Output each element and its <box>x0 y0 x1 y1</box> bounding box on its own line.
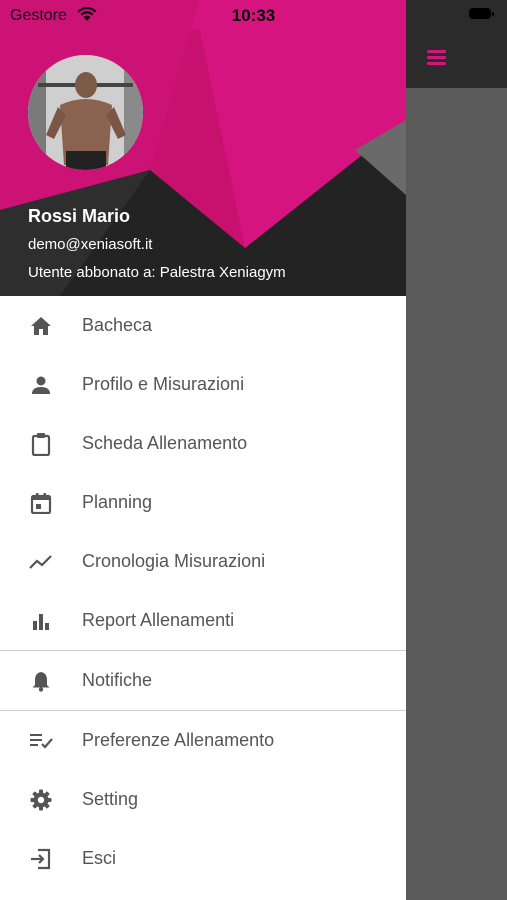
user-subscription: Utente abbonato a: Palestra Xeniagym <box>28 264 286 281</box>
user-email: demo@xeniasoft.it <box>28 236 153 253</box>
menu-item-esci[interactable]: Esci <box>0 829 406 888</box>
menu-item-label: Notifiche <box>82 670 153 690</box>
user-name: Rossi Mario <box>28 206 131 226</box>
menu-item-label: Esci <box>82 848 117 868</box>
menu-item-planning[interactable]: Planning <box>0 473 406 532</box>
playlist-check-icon <box>28 728 54 754</box>
menu-item-scheda[interactable]: Scheda Allenamento <box>0 414 406 473</box>
menu-item-setting[interactable]: Setting <box>0 770 406 829</box>
menu-item-label: Scheda Allenamento <box>82 433 248 453</box>
menu-item-bacheca[interactable]: Bacheca <box>0 296 406 355</box>
menu-item-profilo[interactable]: Profilo e Misurazioni <box>0 355 406 414</box>
navigation-drawer: Gestore Rossi Mario demo@xeniasoft.it Ut… <box>0 0 406 900</box>
exit-icon <box>28 846 54 872</box>
status-time: 10:33 <box>231 6 276 25</box>
app-backdrop[interactable] <box>406 0 507 900</box>
menu-item-notifiche[interactable]: Notifiche <box>0 651 406 710</box>
menu-item-label: Cronologia Misurazioni <box>82 551 266 571</box>
menu-item-report[interactable]: Report Allenamenti <box>0 591 406 650</box>
bell-icon <box>28 668 54 694</box>
menu-item-preferenze[interactable]: Preferenze Allenamento <box>0 711 406 770</box>
drawer-header: Gestore Rossi Mario demo@xeniasoft.it Ut… <box>0 0 406 296</box>
avatar[interactable] <box>28 55 143 170</box>
drawer-menu: Bacheca Profilo e Misurazioni Scheda All… <box>0 296 406 888</box>
menu-item-cronologia[interactable]: Cronologia Misurazioni <box>0 532 406 591</box>
menu-item-label: Report Allenamenti <box>82 610 235 630</box>
avatar-photo <box>28 55 143 170</box>
menu-item-label: Profilo e Misurazioni <box>82 374 245 394</box>
trending-icon <box>28 549 54 575</box>
menu-item-label: Setting <box>82 789 139 809</box>
calendar-icon <box>28 490 54 516</box>
home-icon <box>28 313 54 339</box>
clipboard-icon <box>28 431 54 457</box>
gear-icon <box>28 787 54 813</box>
hamburger-menu-icon[interactable] <box>427 50 446 65</box>
person-icon <box>28 372 54 398</box>
bar-chart-icon <box>28 608 54 634</box>
menu-item-label: Planning <box>82 492 153 512</box>
menu-item-label: Bacheca <box>82 315 153 335</box>
menu-item-label: Preferenze Allenamento <box>82 730 275 750</box>
